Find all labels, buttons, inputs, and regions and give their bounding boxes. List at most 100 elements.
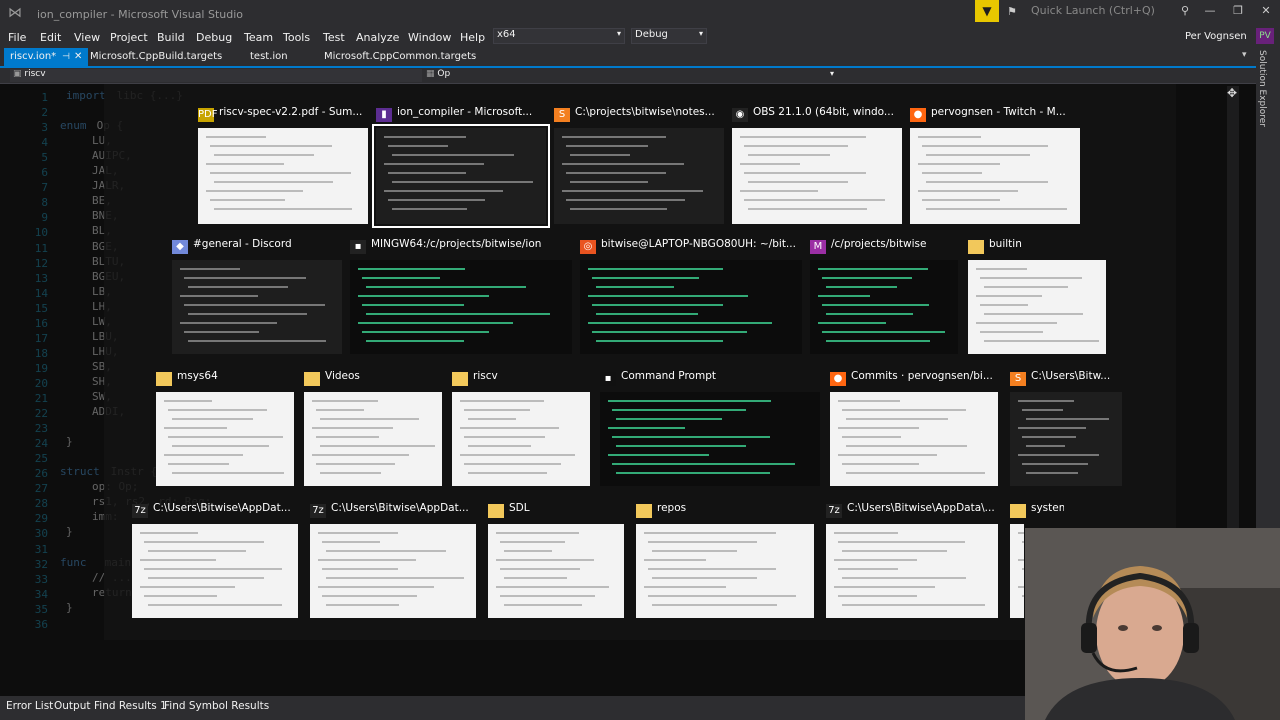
menu-tools[interactable]: Tools [283,28,310,48]
notifications-icon[interactable]: ⚑ [1007,5,1017,18]
window-tile[interactable]: ■ builtin [968,238,1106,354]
thumbnail-content-line [168,436,283,438]
close-icon[interactable]: ✕ [74,51,82,62]
window-tile[interactable]: S C:\projects\bitwise\notes... [554,106,724,224]
thumbnail-content-line [1022,436,1076,438]
menu-file[interactable]: File [8,28,26,48]
thumbnail-content-line [1022,463,1089,465]
nav-file-combo[interactable]: ▣ riscv [10,69,422,82]
tab-error-list[interactable]: Error List [6,700,53,712]
tab-cppbuild-targets[interactable]: Microsoft.CppBuild.targets [84,48,228,66]
thumbnail-content-line [748,181,849,183]
configuration-select[interactable]: Debug ▾ [631,28,707,44]
menu-window[interactable]: Window [408,28,451,48]
window-tile-header: ■ repos [636,502,854,520]
window-tile[interactable]: ● Commits · pervognsen/bi... [830,370,998,486]
menu-edit[interactable]: Edit [40,28,61,48]
window-tile[interactable]: ▮ ion_compiler - Microsoft... [372,106,550,228]
thumbnail-content-line [210,172,352,174]
restore-button[interactable]: ❐ [1224,4,1252,17]
user-name[interactable]: Per Vognsen [1185,31,1247,42]
thumbnail-content-line [608,400,771,402]
thumbnail-content-line [644,532,776,534]
thumbnail-content-line [652,604,777,606]
thumbnail-content-line [168,463,229,465]
menu-analyze[interactable]: Analyze [356,28,399,48]
thumbnail-content-line [206,190,303,192]
pdf-icon: PDF [198,108,218,122]
window-tile[interactable]: 7z C:\Users\Bitwise\AppData\... [826,502,998,618]
window-tile[interactable]: ▪ Command Prompt [600,370,820,486]
minimize-button[interactable]: — [1196,4,1224,17]
thumbnail-content-line [460,400,545,402]
solution-explorer-tab[interactable]: Solution Explorer [1257,50,1267,127]
window-tile[interactable]: ▪ MINGW64:/c/projects/bitwise/ion [350,238,572,354]
tab-cppcommon-targets[interactable]: Microsoft.CppCommon.targets [318,48,482,66]
thumbnail-content-line [596,313,699,315]
thumbnail-content-line [468,445,532,447]
menu-help[interactable]: Help [460,28,485,48]
menu-project[interactable]: Project [110,28,148,48]
window-tile[interactable]: 7z C:\Users\Bitwise\AppDat... [132,502,298,618]
window-tile-title: SDL [509,502,530,514]
thumbnail-content-line [164,454,243,456]
window-tile[interactable]: ● pervognsen - Twitch - M... [910,106,1080,224]
thumbnail-content-line [184,304,326,306]
tab-find-results[interactable]: Find Results 1 [94,700,167,712]
window-thumbnail [350,260,572,354]
thumbnail-content-line [326,577,464,579]
quick-launch-input[interactable]: Quick Launch (Ctrl+Q) [1027,2,1195,20]
window-tile[interactable]: ■ riscv [452,370,590,486]
pin-icon[interactable]: ✥ [1227,86,1237,100]
window-tile-header: ● Commits · pervognsen/bi... [830,370,1038,388]
menu-team[interactable]: Team [244,28,273,48]
window-tile-title: C:\projects\bitwise\notes... [575,106,715,118]
close-window-button[interactable]: ✕ [1252,4,1280,17]
window-tile[interactable]: ■ Videos [304,370,442,486]
window-tile[interactable]: ■ SDL [488,502,624,618]
thumbnail-content-line [838,595,918,597]
window-tile-title: system_packages [1031,502,1064,514]
menu-debug[interactable]: Debug [196,28,232,48]
menu-test[interactable]: Test [323,28,345,48]
thumbnail-content-line [826,286,898,288]
window-tile[interactable]: ■ system_packages [1010,502,1064,618]
thumbnail-content-line [748,208,867,210]
window-tile[interactable]: ■ msys64 [156,370,294,486]
window-tile[interactable]: M/c/projects/bitwise [810,238,958,354]
thumbnail-content-line [570,181,649,183]
platform-select[interactable]: x64 ▾ [493,28,625,44]
window-tile[interactable]: PDF riscv-spec-v2.2.pdf - Sum... [198,106,368,224]
thumbnail-content-line [822,331,945,333]
thumbnail-content-line [1022,568,1024,570]
chevron-down-icon: ▾ [616,29,621,38]
tab-find-symbol-results[interactable]: Find Symbol Results [164,700,269,712]
window-tile[interactable]: ◆ #general - Discord [172,238,342,354]
window-thumbnail [968,260,1106,354]
thumbnail-content-line [592,331,748,333]
nav-member-combo[interactable]: ▦ Op ▾ [420,69,836,82]
window-controls: — ❐ ✕ [1196,4,1280,17]
window-tile-title: Videos [325,370,360,382]
menu-build[interactable]: Build [157,28,185,48]
window-tile[interactable]: 7z C:\Users\Bitwise\AppDat... [310,502,476,618]
window-tile[interactable]: ◎ bitwise@LAPTOP-NBGO80UH: ~/bit... [580,238,802,354]
tab-test-ion[interactable]: test.ion [244,48,294,66]
window-tile[interactable]: ■ repos [636,502,814,618]
menu-view[interactable]: View [74,28,100,48]
window-tile[interactable]: ◉ OBS 21.1.0 (64bit, windo... [732,106,902,224]
pin-icon[interactable]: ⊣ [62,52,70,62]
window-tile-title: /c/projects/bitwise [831,238,927,250]
thumbnail-content-line [616,472,770,474]
tab-output[interactable]: Output [54,700,90,712]
thumbnail-content-line [500,595,596,597]
window-thumbnail [1010,392,1122,486]
window-tile[interactable]: S C:\Users\Bitw... [1010,370,1122,486]
window-tile-header: ■ builtin [968,238,1146,256]
window-tile-title: C:\Users\Bitwise\AppDat... [153,502,291,514]
thumbnail-content-line [592,304,723,306]
tab-overflow-icon[interactable]: ▾ [1242,50,1247,60]
tab-riscv-ion[interactable]: riscv.ion* ⊣ ✕ [4,48,89,66]
avatar[interactable]: PV [1256,28,1274,44]
feedback-filter-icon[interactable]: ▼ [975,0,999,22]
